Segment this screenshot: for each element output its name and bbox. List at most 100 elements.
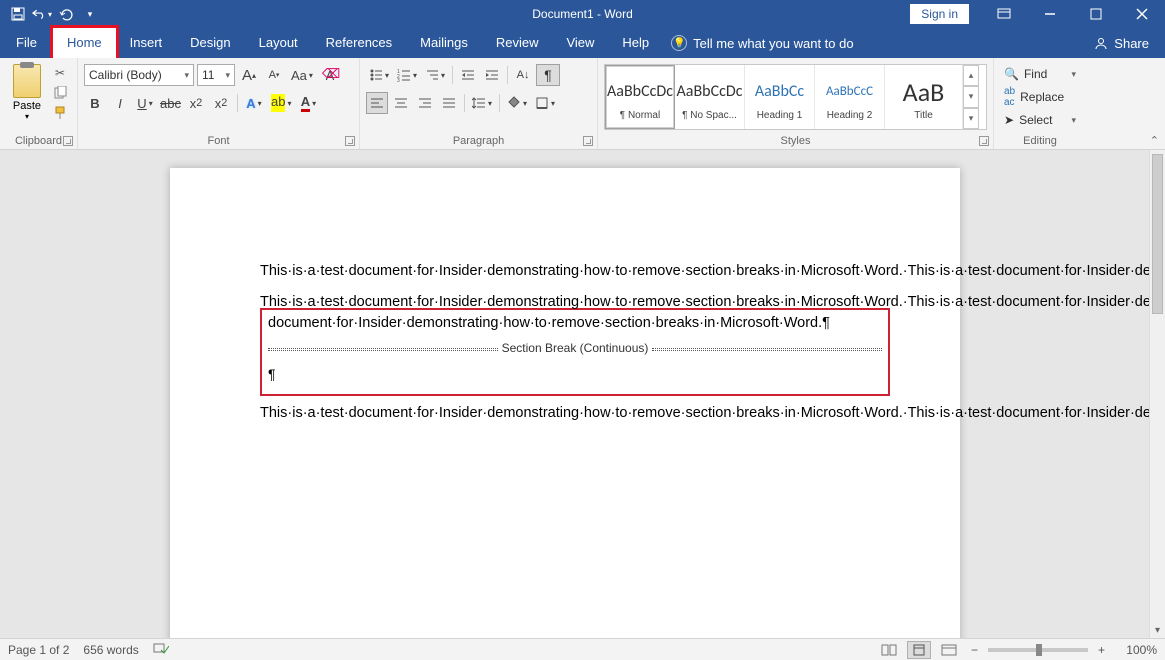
- show-hide-pilcrow-button[interactable]: ¶: [536, 64, 560, 86]
- italic-button[interactable]: I: [109, 92, 131, 114]
- grow-font-button[interactable]: A▴: [238, 64, 260, 86]
- read-mode-button[interactable]: [877, 641, 901, 659]
- underline-button[interactable]: U▾: [134, 92, 156, 114]
- align-left-button[interactable]: [366, 92, 388, 114]
- ribbon-display-options-icon[interactable]: [981, 0, 1027, 28]
- page[interactable]: This·is·a·test·document·for·Insider·demo…: [170, 168, 960, 638]
- line-spacing-button[interactable]: ▾: [469, 92, 495, 114]
- zoom-in-button[interactable]: +: [1094, 643, 1109, 657]
- redo-button[interactable]: [56, 4, 76, 24]
- styles-scroll[interactable]: ▴▾▾: [963, 65, 979, 129]
- font-name-combobox[interactable]: Calibri (Body)▾: [84, 64, 194, 86]
- style-normal[interactable]: AaBbCcDc¶ Normal: [605, 65, 675, 129]
- font-color-button[interactable]: A▾: [297, 92, 319, 114]
- paragraph[interactable]: This·is·a·test·document·for·Insider·demo…: [260, 404, 890, 423]
- section-break-marker[interactable]: Section Break (Continuous): [268, 341, 882, 357]
- maximize-button[interactable]: [1073, 0, 1119, 28]
- align-center-button[interactable]: [390, 92, 412, 114]
- shading-button[interactable]: ▾: [504, 92, 530, 114]
- subscript-button[interactable]: x2: [185, 92, 207, 114]
- qat-customize[interactable]: ▾: [80, 4, 100, 24]
- style-heading-1[interactable]: AaBbCcHeading 1: [745, 65, 815, 129]
- zoom-out-button[interactable]: −: [967, 643, 982, 657]
- styles-dialog-launcher[interactable]: [979, 136, 989, 146]
- print-layout-button[interactable]: [907, 641, 931, 659]
- sign-in-button[interactable]: Sign in: [910, 4, 969, 24]
- tab-home[interactable]: Home: [53, 28, 116, 58]
- select-button[interactable]: ➤Select▾: [1000, 110, 1080, 130]
- align-right-button[interactable]: [414, 92, 436, 114]
- find-button[interactable]: 🔍Find▾: [1000, 64, 1080, 84]
- paste-button[interactable]: Paste ▾: [6, 62, 48, 122]
- tab-design[interactable]: Design: [176, 28, 244, 58]
- scroll-down-icon[interactable]: ▾: [963, 86, 979, 107]
- tab-references[interactable]: References: [312, 28, 406, 58]
- undo-button[interactable]: ▾: [32, 4, 52, 24]
- borders-button[interactable]: ▾: [532, 92, 558, 114]
- style-no-spacing[interactable]: AaBbCcDc¶ No Spac...: [675, 65, 745, 129]
- zoom-level[interactable]: 100%: [1115, 643, 1157, 657]
- word-count[interactable]: 656 words: [83, 643, 138, 657]
- scroll-down-button[interactable]: ▾: [1150, 622, 1165, 638]
- web-layout-button[interactable]: [937, 641, 961, 659]
- cut-button[interactable]: ✂: [50, 64, 70, 82]
- replace-button[interactable]: abacReplace: [1000, 87, 1080, 107]
- scroll-thumb[interactable]: [1152, 154, 1163, 314]
- tab-view[interactable]: View: [552, 28, 608, 58]
- collapse-ribbon-button[interactable]: ⌃: [1150, 134, 1159, 147]
- ribbon-tabs: File Home Insert Design Layout Reference…: [0, 28, 1165, 58]
- text-effects-button[interactable]: A▾: [243, 92, 265, 114]
- styles-gallery[interactable]: AaBbCcDc¶ Normal AaBbCcDc¶ No Spac... Aa…: [604, 64, 987, 130]
- copy-button[interactable]: [50, 84, 70, 102]
- shrink-font-button[interactable]: A▾: [263, 64, 285, 86]
- highlight-button[interactable]: ab▾: [268, 92, 294, 114]
- pilcrow-mark[interactable]: ¶: [268, 365, 882, 383]
- justify-button[interactable]: [438, 92, 460, 114]
- decrease-indent-button[interactable]: [457, 64, 479, 86]
- change-case-button[interactable]: Aa▾: [288, 64, 316, 86]
- paragraph-dialog-launcher[interactable]: [583, 136, 593, 146]
- superscript-button[interactable]: x2: [210, 92, 232, 114]
- paragraph[interactable]: This·is·a·test·document·for·Insider·demo…: [260, 293, 890, 312]
- clear-formatting-button[interactable]: A⌫: [319, 64, 341, 86]
- font-size-combobox[interactable]: 11▾: [197, 64, 235, 86]
- strikethrough-button[interactable]: abc: [159, 92, 182, 114]
- ribbon: Paste ▾ ✂ Clipboard Calibri (Body)▾ 11▾ …: [0, 58, 1165, 150]
- paragraph[interactable]: This·is·a·test·document·for·Insider·demo…: [260, 262, 890, 281]
- vertical-scrollbar[interactable]: ▴ ▾: [1149, 150, 1165, 638]
- tab-file[interactable]: File: [0, 28, 53, 58]
- tab-layout[interactable]: Layout: [245, 28, 312, 58]
- spellcheck-icon[interactable]: [153, 641, 169, 658]
- share-button[interactable]: Share: [1094, 36, 1149, 51]
- minimize-button[interactable]: [1027, 0, 1073, 28]
- tab-help[interactable]: Help: [608, 28, 663, 58]
- close-button[interactable]: [1119, 0, 1165, 28]
- styles-expand-icon[interactable]: ▾: [963, 108, 979, 129]
- tell-me-label: Tell me what you want to do: [693, 36, 853, 51]
- sort-button[interactable]: A↓: [512, 64, 534, 86]
- increase-indent-button[interactable]: [481, 64, 503, 86]
- numbering-button[interactable]: 123▾: [394, 64, 420, 86]
- tab-mailings[interactable]: Mailings: [406, 28, 482, 58]
- style-title[interactable]: AaBTitle: [885, 65, 963, 129]
- multilevel-list-button[interactable]: ▾: [422, 64, 448, 86]
- font-dialog-launcher[interactable]: [345, 136, 355, 146]
- tab-insert[interactable]: Insert: [116, 28, 177, 58]
- group-editing: 🔍Find▾ abacReplace ➤Select▾ Editing: [994, 58, 1086, 149]
- page-indicator[interactable]: Page 1 of 2: [8, 643, 69, 657]
- tab-review[interactable]: Review: [482, 28, 553, 58]
- save-icon[interactable]: [8, 4, 28, 24]
- quick-access-toolbar: ▾ ▾: [0, 4, 100, 24]
- tell-me-search[interactable]: 💡 Tell me what you want to do: [671, 35, 853, 51]
- paragraph-line[interactable]: document·for·Insider·demonstrating·how·t…: [268, 314, 882, 333]
- bullets-button[interactable]: ▾: [366, 64, 392, 86]
- style-heading-2[interactable]: AaBbCcCHeading 2: [815, 65, 885, 129]
- format-painter-button[interactable]: [50, 104, 70, 122]
- window-title: Document1 - Word: [532, 7, 632, 21]
- cursor-icon: ➤: [1004, 113, 1014, 127]
- page-body[interactable]: This·is·a·test·document·for·Insider·demo…: [260, 262, 890, 435]
- bold-button[interactable]: B: [84, 92, 106, 114]
- zoom-slider[interactable]: [988, 648, 1088, 652]
- scroll-up-icon[interactable]: ▴: [963, 65, 979, 86]
- clipboard-dialog-launcher[interactable]: [63, 136, 73, 146]
